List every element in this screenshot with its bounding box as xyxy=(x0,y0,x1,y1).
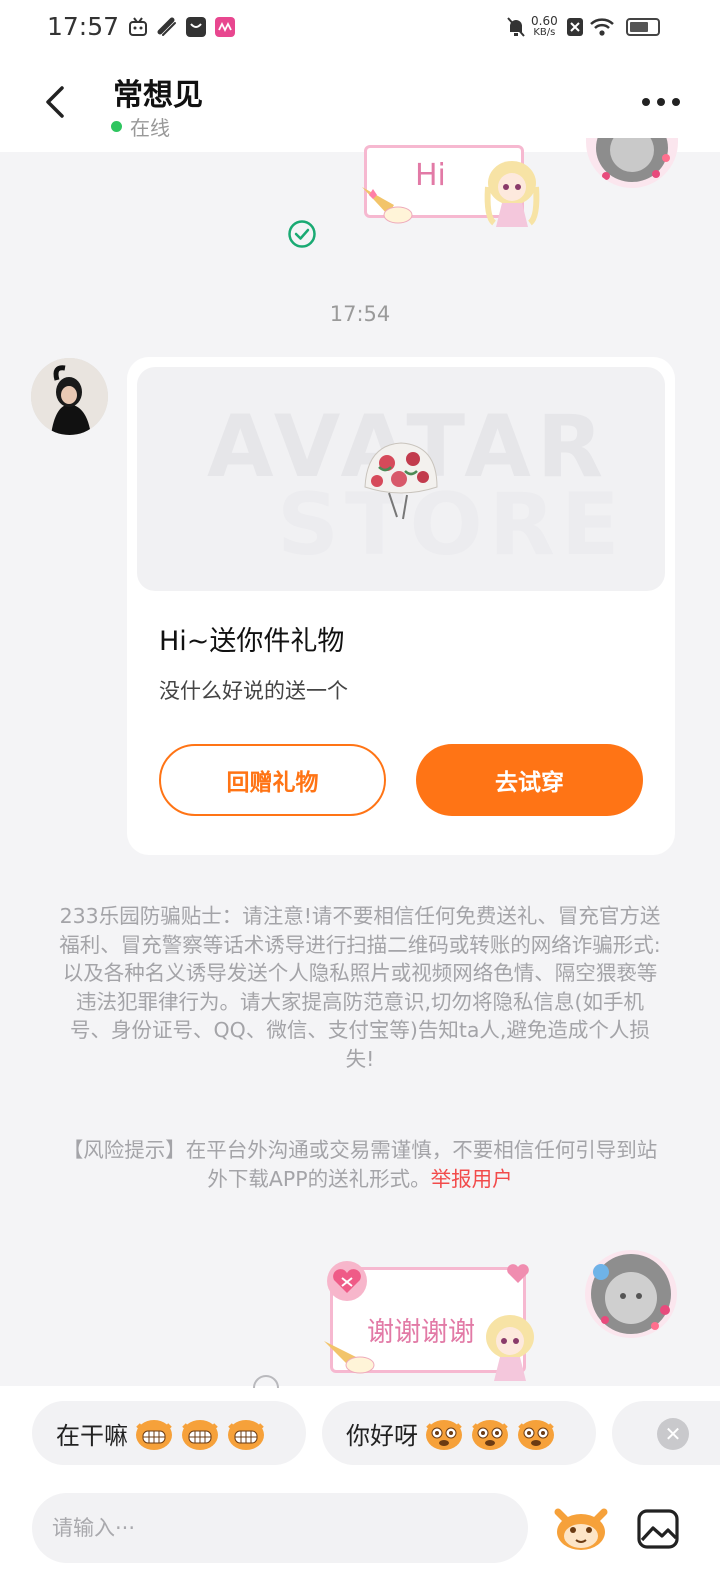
ice-cream-icon xyxy=(324,1341,375,1374)
net-speed-value: 0.60 xyxy=(531,14,558,28)
more-dot-icon xyxy=(672,98,680,106)
message-input-box[interactable] xyxy=(32,1493,528,1563)
link-icon xyxy=(157,17,176,36)
my-avatar[interactable] xyxy=(586,138,678,188)
online-dot-icon xyxy=(111,121,122,132)
more-options-button[interactable] xyxy=(642,98,680,106)
wifi-icon xyxy=(590,18,614,36)
net-speed-unit: KB/s xyxy=(533,27,556,38)
battery-icon xyxy=(626,18,660,36)
sticker-message-thanks[interactable]: 谢谢谢谢 xyxy=(318,1255,558,1385)
image-picker-icon[interactable] xyxy=(636,1508,680,1550)
heart-stamp-icon xyxy=(327,1261,367,1301)
shop-icon xyxy=(186,17,206,37)
sticker-text: 谢谢谢谢 xyxy=(367,1317,475,1348)
risk-text: 【风险提示】在平台外沟通或交易需谨慎，不要相信任何引导到站外下载APP的送礼形式… xyxy=(62,1138,658,1191)
battery-level xyxy=(630,22,648,32)
sim-off-icon xyxy=(567,18,583,36)
my-avatar[interactable] xyxy=(585,1250,677,1338)
avatar-image xyxy=(31,358,108,435)
gift-subtitle: 没什么好说的送一个 xyxy=(159,679,348,703)
risk-notice: 【风险提示】在平台外沟通或交易需谨慎，不要相信任何引导到站外下载APP的送礼形式… xyxy=(56,1136,664,1193)
app-notification-icon xyxy=(129,17,147,36)
wow-emoji-icon xyxy=(472,1420,508,1450)
return-gift-button[interactable]: 回赠礼物 xyxy=(159,744,386,816)
anime-girl-icon xyxy=(484,161,540,227)
heart-icon xyxy=(507,1264,529,1283)
music-icon xyxy=(215,17,235,37)
sticker-text: Hi xyxy=(415,158,446,193)
avatar-image xyxy=(585,1250,677,1338)
gift-preview: AVATAR STORE xyxy=(137,367,665,591)
anti-fraud-notice: 233乐园防骗贴士：请注意!请不要相信任何免费送礼、冒充官方送福利、冒充警察等话… xyxy=(59,904,661,1071)
report-user-link[interactable]: 举报用户 xyxy=(431,1167,513,1191)
quick-reply-label: 你好呀 xyxy=(346,1421,418,1450)
gift-title: Hi~送你件礼物 xyxy=(159,626,345,657)
status-time: 17:57 xyxy=(47,12,120,41)
beanie-hat-icon xyxy=(364,442,438,520)
sent-check-icon xyxy=(288,220,316,248)
grin-emoji-icon xyxy=(182,1420,218,1450)
grin-emoji-icon xyxy=(228,1420,264,1450)
quick-reply-label: 在干嘛 xyxy=(56,1421,128,1450)
close-quick-replies-icon[interactable]: ✕ xyxy=(657,1418,689,1450)
quick-reply-chip[interactable]: 在干嘛 xyxy=(32,1401,306,1465)
ice-cream-icon xyxy=(362,187,413,224)
more-dot-icon xyxy=(642,98,650,106)
message-timestamp: 17:54 xyxy=(329,302,391,326)
back-arrow-icon[interactable] xyxy=(40,82,70,122)
grin-emoji-icon xyxy=(136,1420,172,1450)
wow-emoji-icon xyxy=(518,1420,554,1450)
contact-name: 常想见 xyxy=(113,78,203,113)
status-bar: 17:57 0.60 KB/s xyxy=(0,0,720,56)
sticker-message-hi[interactable]: Hi xyxy=(352,135,552,230)
online-status: 在线 xyxy=(111,112,170,141)
emoji-button-icon[interactable] xyxy=(552,1504,610,1552)
more-dot-icon xyxy=(657,98,665,106)
anime-girl-icon xyxy=(486,1315,534,1381)
online-status-label: 在线 xyxy=(130,116,170,140)
avatar-image xyxy=(586,138,678,188)
watermark-text: STORE xyxy=(277,475,626,575)
quick-reply-chip[interactable]: 你好呀 xyxy=(322,1401,596,1465)
contact-avatar[interactable] xyxy=(31,358,108,435)
gift-message-card[interactable]: AVATAR STORE Hi~送你件礼物 没什么好说的送一个 回赠礼物 去试穿 xyxy=(127,357,675,855)
scroll-indicator-icon xyxy=(253,1375,279,1388)
wow-emoji-icon xyxy=(426,1420,462,1450)
mute-bell-icon xyxy=(507,17,525,37)
net-speed: 0.60 KB/s xyxy=(531,14,558,38)
message-input[interactable] xyxy=(52,1516,492,1540)
try-on-button[interactable]: 去试穿 xyxy=(416,744,643,816)
